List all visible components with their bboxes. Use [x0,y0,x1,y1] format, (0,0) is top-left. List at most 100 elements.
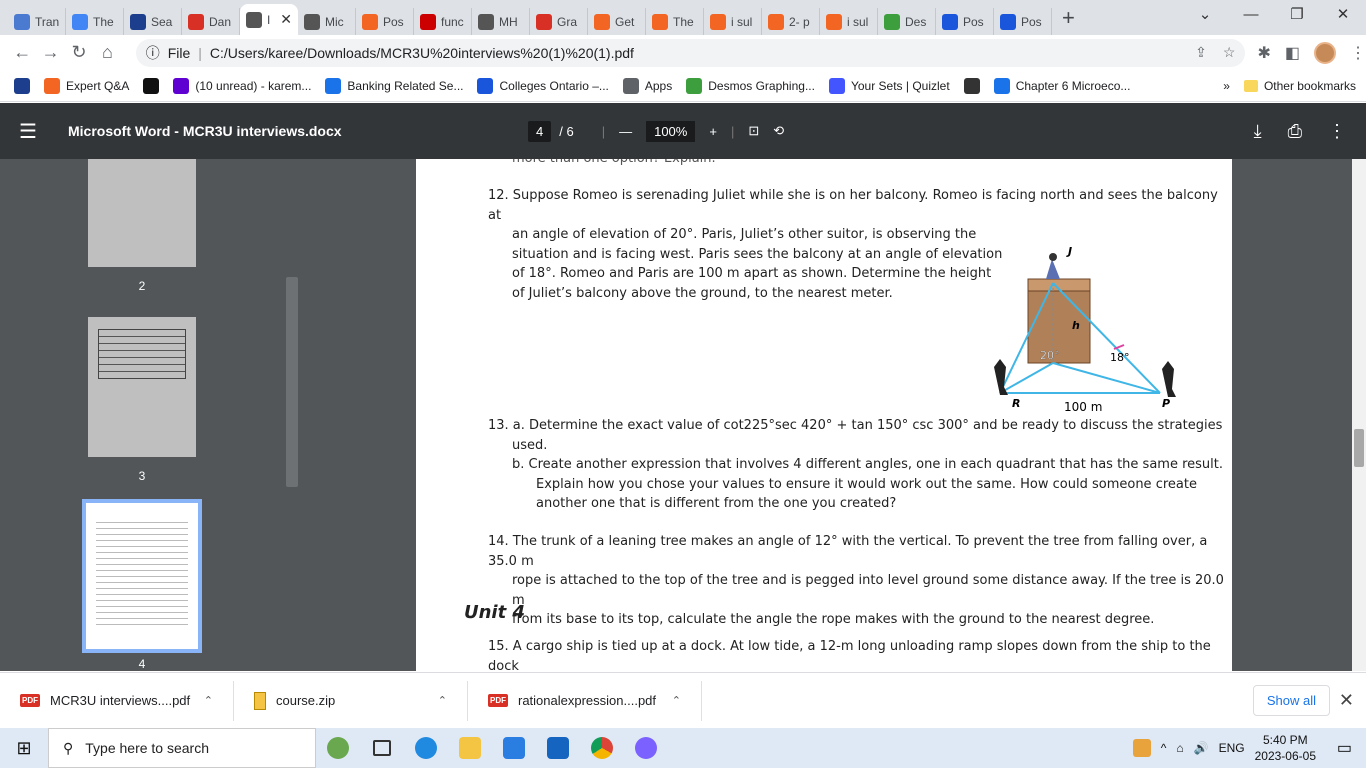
q13-line: another one that is different from the o… [536,496,897,511]
download-item[interactable]: course.zip ⌃ [234,680,468,721]
bookmark-label: Expert Q&A [66,78,130,93]
browser-tab[interactable]: Sea [124,8,182,35]
tab-label: Mic [325,14,344,29]
address-bar[interactable]: ⓘ File | C:/Users/karee/Downloads/MCR3U%… [135,38,1246,67]
browser-tab[interactable]: Dan [182,8,240,35]
browser-tab[interactable]: i sul [820,8,878,35]
fit-page-icon[interactable]: ⊡ [748,123,759,139]
bookmark-star-icon[interactable]: ☆ [1223,44,1236,61]
zoom-input[interactable]: 100% [646,120,696,142]
share-icon[interactable]: ⇪ [1195,44,1207,61]
bookmark-item[interactable]: Desmos Graphing... [686,77,815,94]
windows-start-icon[interactable]: ⊞ [0,738,48,759]
bookmark-item[interactable] [963,77,980,94]
network-icon[interactable]: ⌂ [1176,741,1183,755]
extensions-icon[interactable]: ✱ [1257,43,1270,63]
bookmark-item[interactable] [143,77,160,94]
chrome-icon[interactable] [580,737,624,759]
browser-tab[interactable]: MH [472,8,530,35]
z-icon [942,13,958,30]
taskbar-search[interactable]: ⚲ Type here to search [48,728,316,768]
info-icon[interactable]: ⓘ [146,43,160,63]
browser-tab[interactable]: The [66,8,124,35]
close-downloads-button[interactable]: ✕ [1339,690,1354,711]
clock[interactable]: 5:40 PM 2023-06-05 [1255,732,1316,764]
bookmark-item[interactable]: Expert Q&A [44,77,130,94]
browser-tab[interactable]: Tran [8,8,66,35]
back-button[interactable]: ← [8,42,36,63]
browser-tab[interactable]: Gra [530,8,588,35]
menu-icon[interactable]: ⋮ [1350,43,1366,63]
bookmark-item[interactable]: Colleges Ontario –... [477,77,609,94]
close-window-button[interactable]: ✕ [1320,0,1366,32]
language-indicator[interactable]: ENG [1219,741,1245,755]
browser-tab[interactable]: I ✕ [240,4,298,35]
app-icon[interactable] [624,737,668,759]
browser-tab[interactable]: Pos [356,8,414,35]
forward-button[interactable]: → [36,42,64,63]
task-view-icon[interactable] [360,740,404,756]
browser-tab[interactable]: 2- p [762,8,820,35]
file-explorer-icon[interactable] [448,737,492,759]
show-all-button[interactable]: Show all [1252,685,1330,716]
bookmark-item[interactable]: Apps [622,77,672,94]
bookmark-icon [686,77,703,94]
bookmark-item[interactable]: Chapter 6 Microeco... [993,77,1130,94]
folder-icon [1243,79,1258,92]
mail-icon[interactable] [536,737,580,759]
tray-expand-icon[interactable]: ^ [1161,741,1167,755]
download-item[interactable]: PDF rationalexpression....pdf ⌃ [468,680,702,721]
browser-tab[interactable]: Get [588,8,646,35]
browser-tab[interactable]: Pos [994,8,1052,35]
rotate-icon[interactable]: ⟲ [773,123,784,139]
browser-tab[interactable]: i sul [704,8,762,35]
downloads-bar: PDF MCR3U interviews....pdf ⌃ course.zip ⌃ PD… [0,672,1366,728]
chevron-up-icon[interactable]: ⌃ [204,694,213,707]
more-options-icon[interactable]: ⋮ [1328,121,1346,142]
tab-search-icon[interactable]: ⌄ [1182,0,1228,32]
bookmark-item[interactable]: Banking Related Se... [325,77,463,94]
store-icon[interactable] [492,737,536,759]
zoom-out-button[interactable]: — [619,124,632,139]
chevron-up-icon[interactable]: ⌃ [672,694,681,707]
q12-line: an angle of elevation of 20°. Paris, Jul… [512,227,977,242]
minimize-button[interactable]: — [1228,0,1274,32]
weather-icon[interactable] [1132,739,1151,757]
profile-avatar[interactable] [1313,41,1336,64]
bookmarks-more[interactable]: » [1223,79,1230,93]
bookmark-item[interactable]: (10 unread) - karem... [173,77,311,94]
bookmark-icon [173,77,190,94]
restore-button[interactable]: ❐ [1274,0,1320,32]
page-number-input[interactable]: 4 [528,120,552,142]
globe-icon [478,13,494,30]
new-tab-button[interactable]: + [1062,5,1086,31]
browser-tab[interactable]: Pos [936,8,994,35]
notification-icon[interactable]: ▭ [1337,738,1352,758]
browser-tab[interactable]: Mic [298,8,356,35]
download-icon[interactable]: ⤓ [1254,121,1262,142]
viewer-scrollbar[interactable] [1352,159,1366,671]
close-tab-icon[interactable]: ✕ [280,11,292,28]
home-icon[interactable]: ⌂ [93,42,121,63]
zoom-in-button[interactable]: + [709,124,717,139]
pdf-page: more than one option? Explain. 12. Suppo… [416,159,1232,671]
sidebar-scrollbar[interactable] [286,159,298,671]
browser-tab[interactable]: Des [878,8,936,35]
edge-icon[interactable] [404,737,448,759]
download-item[interactable]: PDF MCR3U interviews....pdf ⌃ [0,680,234,721]
q13-line: Explain how you chose your values to ens… [536,476,1197,492]
page-thumbnail-4[interactable] [82,499,202,653]
bookmark-item[interactable] [14,77,30,94]
bookmark-item[interactable]: Your Sets | Quizlet [828,77,950,94]
chevron-up-icon[interactable]: ⌃ [438,694,447,707]
page-thumbnail-3[interactable] [88,317,196,457]
page-thumbnail-2[interactable] [88,159,196,267]
browser-tab[interactable]: The [646,8,704,35]
side-panel-icon[interactable]: ◧ [1285,43,1300,63]
sidebar-toggle-icon[interactable]: ☰ [0,119,56,144]
browser-tab[interactable]: func [414,8,472,35]
other-bookmarks[interactable]: Other bookmarks [1243,79,1356,93]
volume-icon[interactable]: 🔊 [1194,741,1209,755]
reload-button[interactable]: ↻ [65,42,93,63]
print-icon[interactable]: ⎙ [1288,121,1302,142]
